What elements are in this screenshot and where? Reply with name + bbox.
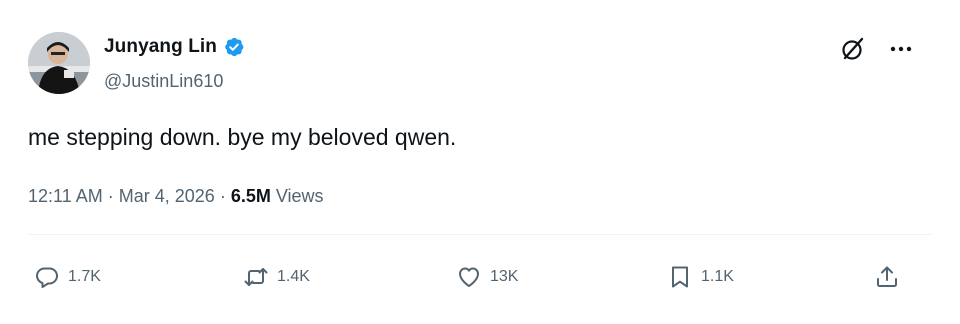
author-name-row[interactable]: Junyang Lin <box>104 36 245 58</box>
tweet-card: Junyang Lin @JustinLin610 me stepping do… <box>0 0 960 324</box>
verified-badge-icon <box>225 37 244 57</box>
author-handle[interactable]: @JustinLin610 <box>104 71 223 92</box>
like-button[interactable]: 13K <box>456 262 518 292</box>
repost-icon <box>244 268 268 286</box>
author-display-name[interactable]: Junyang Lin <box>104 36 217 58</box>
views-count: 6.5M <box>230 186 271 206</box>
reply-icon <box>36 267 58 288</box>
meta-separator: · <box>107 186 119 206</box>
like-icon <box>459 267 479 287</box>
tweet-text: me stepping down. bye my beloved qwen. <box>28 124 457 150</box>
avatar[interactable] <box>28 32 90 94</box>
repost-button[interactable]: 1.4K <box>243 262 310 292</box>
bookmark-button[interactable]: 1.1K <box>667 262 734 292</box>
grok-icon[interactable] <box>840 36 866 62</box>
meta-separator: · <box>219 186 231 206</box>
share-icon <box>877 266 897 287</box>
avatar-image <box>28 32 90 94</box>
views-label: Views <box>275 186 324 206</box>
divider <box>28 234 932 235</box>
share-button[interactable] <box>874 262 900 292</box>
like-count: 13K <box>490 268 519 285</box>
tweet-meta: 12:11 AM · Mar 4, 2026 · 6.5M Views <box>28 186 324 207</box>
tweet-time[interactable]: 12:11 AM <box>28 186 103 206</box>
more-options-icon[interactable] <box>886 36 916 62</box>
bookmark-count: 1.1K <box>701 268 734 285</box>
tweet-date[interactable]: Mar 4, 2026 <box>119 186 215 206</box>
reply-button[interactable]: 1.7K <box>34 262 101 292</box>
reply-count: 1.7K <box>68 268 101 285</box>
repost-count: 1.4K <box>277 268 310 285</box>
bookmark-icon <box>672 266 688 288</box>
